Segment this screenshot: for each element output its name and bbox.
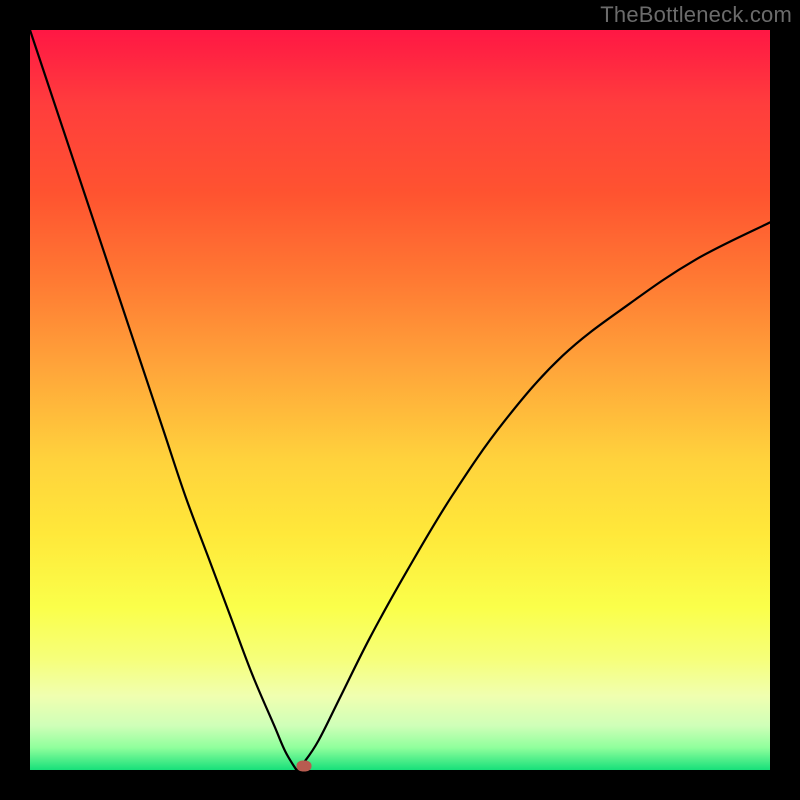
plot-svg <box>30 30 770 770</box>
chart-frame: TheBottleneck.com <box>0 0 800 800</box>
cusp-marker <box>296 761 311 772</box>
bottleneck-curve <box>30 30 770 770</box>
watermark-text: TheBottleneck.com <box>600 2 792 28</box>
plot-area <box>30 30 770 770</box>
